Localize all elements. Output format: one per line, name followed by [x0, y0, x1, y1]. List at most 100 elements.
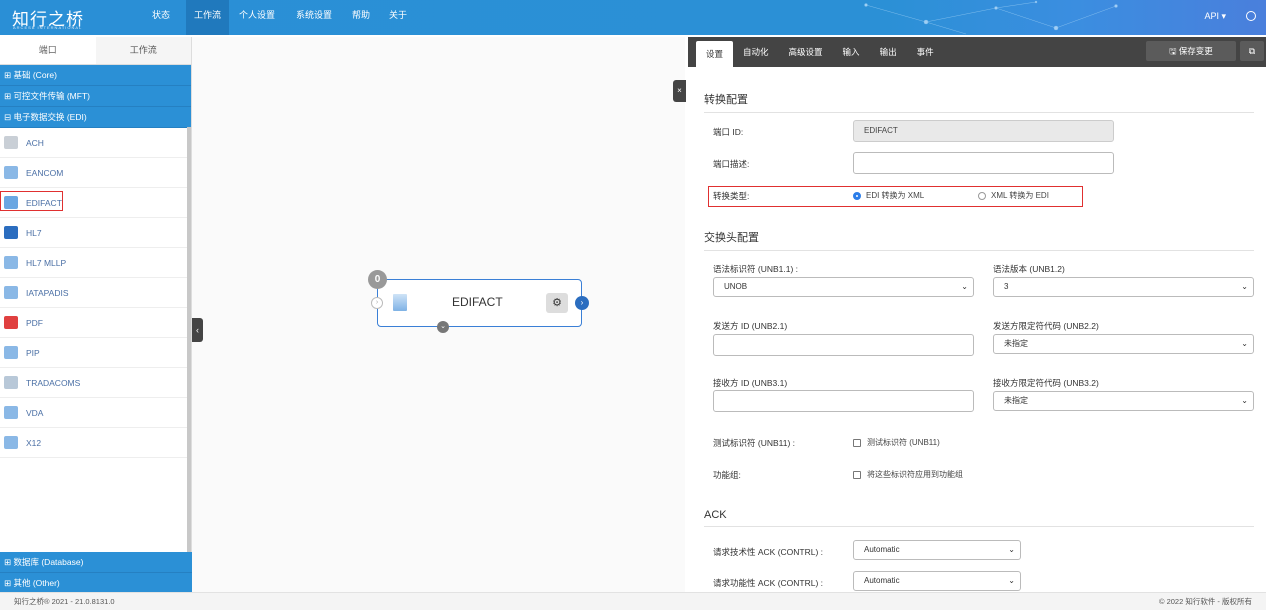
node-output-icon[interactable]: ›: [575, 296, 589, 310]
sender-id-label: 发送方 ID (UNB2.1): [713, 321, 788, 331]
save-changes-button[interactable]: 🖫 保存变更: [1146, 41, 1236, 61]
sidebar-item-label: IATAPADIS: [26, 287, 69, 298]
pip-icon: [4, 346, 18, 359]
sidebar-item-label: HL7: [26, 227, 42, 238]
section-title-interchange: 交换头配置: [704, 229, 1254, 251]
receiver-id-label: 接收方 ID (UNB3.1): [713, 378, 788, 388]
sidebar-scrollbar[interactable]: [187, 127, 191, 552]
syntax-ver-label: 语法版本 (UNB1.2): [993, 264, 1065, 274]
close-panel-button[interactable]: ×: [673, 80, 686, 102]
section-title-ack: ACK: [704, 509, 1254, 527]
functional-group-checkbox[interactable]: 将这些标识符应用到功能组: [853, 469, 963, 480]
chevron-down-icon[interactable]: ⌄: [437, 321, 449, 333]
footer-version: 知行之桥® 2021 - 21.0.8131.0: [14, 597, 115, 606]
receiver-qualifier-label: 接收方限定符代码 (UNB3.2): [993, 378, 1099, 388]
highlight-box-edifact: [0, 191, 63, 211]
user-icon[interactable]: [1246, 11, 1256, 21]
settings-panel: 设置 自动化 高级设置 输入 输出 事件 🖫 保存变更 ⧉ 转换配置 端口 ID…: [688, 37, 1266, 592]
sidebar-item-eancom[interactable]: EANCOM: [0, 158, 187, 188]
sender-id-field[interactable]: [713, 334, 974, 356]
test-indicator-label: 测试标识符 (UNB11) :: [713, 438, 796, 448]
nav-workflow[interactable]: 工作流: [186, 0, 230, 35]
nav-about[interactable]: 关于: [389, 0, 407, 35]
syntax-id-select[interactable]: UNOB ⌄: [713, 277, 974, 297]
tab-advanced[interactable]: 高级设置: [779, 37, 833, 67]
group-database[interactable]: ⊞ 数据库 (Database): [0, 552, 192, 573]
functional-group-label: 功能组:: [713, 470, 741, 480]
collapse-sidebar-button[interactable]: ‹: [192, 318, 203, 342]
tab-events[interactable]: 事件: [907, 37, 944, 67]
sidebar-item-label: PDF: [26, 317, 43, 328]
sidebar-item-label: HL7 MLLP: [26, 257, 67, 268]
port-desc-label: 端口描述:: [713, 159, 750, 169]
group-core[interactable]: ⊞ 基础 (Core): [0, 65, 191, 86]
sidebar-bottom-groups: ⊞ 数据库 (Database) ⊞ 其他 (Other): [0, 552, 192, 594]
nav-help[interactable]: 帮助: [352, 0, 370, 35]
syntax-id-label: 语法标识符 (UNB1.1) :: [713, 264, 799, 274]
popout-icon[interactable]: ⧉: [1240, 41, 1264, 61]
sidebar-item-pdf[interactable]: PDF: [0, 308, 187, 338]
syntax-ver-select[interactable]: 3 ⌄: [993, 277, 1254, 297]
highlight-box-convert-type: [708, 186, 1083, 207]
group-other[interactable]: ⊞ 其他 (Other): [0, 573, 192, 594]
tradacoms-icon: [4, 376, 18, 389]
top-bar: 知行之桥 ARCESB INTERNATIONAL 状态 工作流 个人设置 系统…: [0, 0, 1266, 35]
tab-output[interactable]: 输出: [870, 37, 907, 67]
test-indicator-checkbox[interactable]: 测试标识符 (UNB11): [853, 437, 940, 448]
sidebar-item-label: ACH: [26, 137, 44, 148]
tab-automation[interactable]: 自动化: [733, 37, 779, 67]
tab-workflows[interactable]: 工作流: [95, 37, 191, 64]
x12-icon: [4, 436, 18, 449]
sidebar-item-x12[interactable]: X12: [0, 428, 187, 458]
api-menu[interactable]: API ▾: [1204, 11, 1226, 22]
sidebar-item-iatapadis[interactable]: IATAPADIS: [0, 278, 187, 308]
panel-tabs: 设置 自动化 高级设置 输入 输出 事件 🖫 保存变更 ⧉: [688, 37, 1266, 67]
footer-copyright: © 2022 知行软件 - 版权所有: [1158, 597, 1252, 606]
sidebar-item-pip[interactable]: PIP: [0, 338, 187, 368]
edifact-file-icon: [393, 294, 407, 311]
nav-system-settings[interactable]: 系统设置: [296, 0, 332, 35]
node-count-badge: 0: [368, 270, 387, 289]
ack-functional-select[interactable]: Automatic ⌄: [853, 571, 1021, 591]
sidebar-item-label: TRADACOMS: [26, 377, 81, 388]
sidebar-item-label: VDA: [26, 407, 44, 418]
footer: 知行之桥® 2021 - 21.0.8131.0 © 2022 知行软件 - 版…: [0, 592, 1266, 610]
ack-technical-select[interactable]: Automatic ⌄: [853, 540, 1021, 560]
vda-icon: [4, 406, 18, 419]
pdf-icon: [4, 316, 18, 329]
port-id-field[interactable]: EDIFACT: [853, 120, 1114, 142]
ack-functional-label: 请求功能性 ACK (CONTRL) :: [713, 578, 824, 588]
sender-qualifier-label: 发送方限定符代码 (UNB2.2): [993, 321, 1099, 331]
hl7-mllp-icon: [4, 256, 18, 269]
ach-icon: [4, 136, 18, 149]
receiver-id-field[interactable]: [713, 390, 974, 412]
sidebar: 端口 工作流 ⊞ 基础 (Core) ⊞ 可控文件传输 (MFT) ⊟ 电子数据…: [0, 37, 192, 594]
sidebar-item-hl7[interactable]: HL7: [0, 218, 187, 248]
sender-qualifier-select[interactable]: 未指定 ⌄: [993, 334, 1254, 354]
receiver-qualifier-select[interactable]: 未指定 ⌄: [993, 391, 1254, 411]
eancom-icon: [4, 166, 18, 179]
port-list: ACH EANCOM EDIFACT HL7 HL7 MLLP IATAPADIS PDF P…: [0, 128, 191, 458]
gear-icon[interactable]: ⚙: [546, 293, 568, 313]
sidebar-tabs: 端口 工作流: [0, 37, 191, 65]
group-edi[interactable]: ⊟ 电子数据交换 (EDI): [0, 107, 191, 128]
sidebar-item-tradacoms[interactable]: TRADACOMS: [0, 368, 187, 398]
tab-settings[interactable]: 设置: [696, 41, 734, 67]
sidebar-item-vda[interactable]: VDA: [0, 398, 187, 428]
tab-input[interactable]: 输入: [833, 37, 870, 67]
group-mft[interactable]: ⊞ 可控文件传输 (MFT): [0, 86, 191, 107]
port-desc-field[interactable]: [853, 152, 1114, 174]
sidebar-item-ach[interactable]: ACH: [0, 128, 187, 158]
network-decoration-icon: [864, 0, 1118, 35]
iatapadis-icon: [4, 286, 18, 299]
tab-ports[interactable]: 端口: [0, 37, 96, 64]
nav-status[interactable]: 状态: [152, 0, 170, 35]
sidebar-item-label: PIP: [26, 347, 40, 358]
section-title-convert: 转换配置: [704, 91, 1254, 113]
nav-personal-settings[interactable]: 个人设置: [239, 0, 275, 35]
ack-technical-label: 请求技术性 ACK (CONTRL) :: [713, 547, 824, 557]
sidebar-item-hl7-mllp[interactable]: HL7 MLLP: [0, 248, 187, 278]
port-id-label: 端口 ID:: [713, 127, 744, 137]
hl7-icon: [4, 226, 18, 239]
node-input-icon[interactable]: ›: [371, 297, 383, 309]
